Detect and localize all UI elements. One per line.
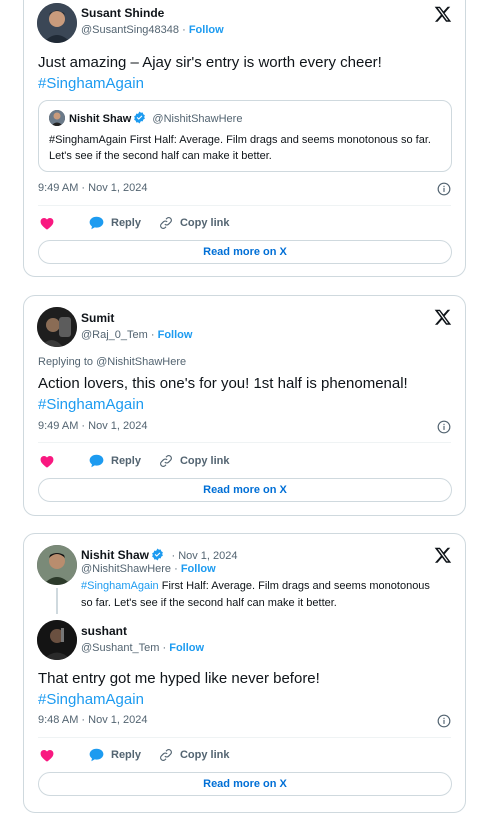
quote-text: #SinghamAgain First Half: Average. Film … (49, 134, 431, 162)
like-button[interactable] (40, 455, 61, 468)
copy-link-label: Copy link (179, 455, 230, 467)
follow-button[interactable]: Follow (181, 563, 216, 575)
separator-dot: · (182, 24, 189, 36)
read-more-button[interactable]: Read more on X (38, 478, 452, 502)
tweet-card-3: Nishit Shaw · Nov 1, 2024 @NishitShawHer… (23, 533, 466, 813)
timestamp[interactable]: 9:49 AM · Nov 1, 2024 (38, 182, 147, 194)
read-more-button[interactable]: Read more on X (38, 772, 452, 796)
hashtag-link[interactable]: #SinghamAgain (81, 580, 159, 592)
parent-date[interactable]: · Nov 1, 2024 (171, 550, 237, 562)
author-handle-line: @SusantSing48348 · Follow (81, 24, 224, 36)
copy-link-button[interactable]: Copy link (159, 748, 230, 762)
heart-icon (40, 217, 54, 230)
copy-link-button[interactable]: Copy link (159, 216, 230, 230)
separator-dot: · (174, 563, 181, 575)
read-more-button[interactable]: Read more on X (38, 240, 452, 264)
author-handle-line: @Sushant_Tem · Follow (81, 642, 204, 654)
reply-bubble-icon (89, 748, 104, 762)
author-handle-line: @Raj_0_Tem · Follow (81, 329, 192, 341)
copy-link-label: Copy link (179, 217, 230, 229)
parent-author-handle[interactable]: @NishitShawHere (81, 563, 171, 575)
like-button[interactable] (40, 217, 61, 230)
x-logo-icon[interactable] (434, 5, 452, 23)
verified-badge-icon (152, 548, 163, 561)
parent-handle-line: @NishitShawHere · Follow (81, 563, 216, 575)
divider (38, 442, 451, 443)
x-logo-icon[interactable] (434, 546, 452, 564)
reply-label: Reply (111, 749, 141, 761)
info-icon[interactable] (437, 714, 451, 728)
tweet-card-2: Sumit @Raj_0_Tem · Follow Replying to @N… (23, 295, 466, 516)
parent-author-name[interactable]: Nishit Shaw (81, 548, 149, 562)
author-handle[interactable]: @Sushant_Tem (81, 642, 159, 654)
avatar[interactable] (37, 307, 77, 347)
avatar[interactable] (37, 3, 77, 43)
hashtag-link[interactable]: #SinghamAgain (38, 396, 144, 413)
quote-author-line: Nishit Shaw @NishitShawHere (69, 111, 242, 125)
copy-link-button[interactable]: Copy link (159, 454, 230, 468)
divider (38, 205, 451, 206)
hashtag-link[interactable]: #SinghamAgain (38, 691, 144, 708)
reply-bubble-icon (89, 454, 104, 468)
follow-button[interactable]: Follow (158, 329, 193, 341)
parent-text: #SinghamAgain First Half: Average. Film … (81, 578, 441, 612)
follow-button[interactable]: Follow (189, 24, 224, 36)
info-icon[interactable] (437, 420, 451, 434)
tweet-body: That entry got me hyped like never befor… (38, 670, 320, 687)
hashtag-link[interactable]: #SinghamAgain (38, 75, 144, 92)
quote-author-name: Nishit Shaw (69, 113, 132, 125)
verified-badge-icon (134, 111, 146, 124)
info-icon[interactable] (437, 182, 451, 196)
author-name[interactable]: sushant (81, 624, 127, 638)
avatar (49, 110, 65, 126)
reply-button[interactable]: Reply (89, 216, 141, 230)
tweet-text: Just amazing – Ajay sir's entry is worth… (38, 52, 453, 94)
timestamp[interactable]: 9:49 AM · Nov 1, 2024 (38, 420, 147, 432)
avatar[interactable] (37, 620, 77, 660)
tweet-card-1: Susant Shinde @SusantSing48348 · Follow … (23, 0, 466, 277)
x-logo-icon[interactable] (434, 308, 452, 326)
copy-link-label: Copy link (179, 749, 230, 761)
heart-icon (40, 749, 54, 762)
avatar[interactable] (37, 545, 77, 585)
author-name[interactable]: Susant Shinde (81, 6, 164, 20)
link-icon (160, 217, 172, 229)
follow-button[interactable]: Follow (169, 642, 204, 654)
reply-bubble-icon (89, 216, 104, 230)
reply-label: Reply (111, 455, 141, 467)
timestamp[interactable]: 9:48 AM · Nov 1, 2024 (38, 714, 147, 726)
action-bar: Reply Copy link (40, 216, 247, 230)
quoted-tweet[interactable]: Nishit Shaw @NishitShawHere #SinghamAgai… (38, 100, 452, 172)
like-button[interactable] (40, 749, 61, 762)
action-bar: Reply Copy link (40, 748, 247, 762)
author-name[interactable]: Sumit (81, 311, 114, 325)
author-handle[interactable]: @SusantSing48348 (81, 24, 179, 36)
heart-icon (40, 455, 54, 468)
reply-label: Reply (111, 217, 141, 229)
tweet-text: Action lovers, this one's for you! 1st h… (38, 373, 453, 415)
author-handle[interactable]: @Raj_0_Tem (81, 329, 148, 341)
replying-to[interactable]: Replying to @NishitShawHere (38, 356, 186, 368)
link-icon (160, 455, 172, 467)
action-bar: Reply Copy link (40, 454, 247, 468)
tweet-text: That entry got me hyped like never befor… (38, 668, 453, 710)
parent-author-line: Nishit Shaw · Nov 1, 2024 (81, 546, 238, 564)
link-icon (160, 749, 172, 761)
tweet-body: Action lovers, this one's for you! 1st h… (38, 375, 408, 392)
tweet-body: Just amazing – Ajay sir's entry is worth… (38, 54, 382, 71)
quote-author-handle: @NishitShawHere (152, 113, 243, 125)
separator-dot: · (150, 329, 158, 341)
reply-button[interactable]: Reply (89, 748, 141, 762)
divider (38, 737, 451, 738)
thread-line (56, 588, 58, 614)
reply-button[interactable]: Reply (89, 454, 141, 468)
